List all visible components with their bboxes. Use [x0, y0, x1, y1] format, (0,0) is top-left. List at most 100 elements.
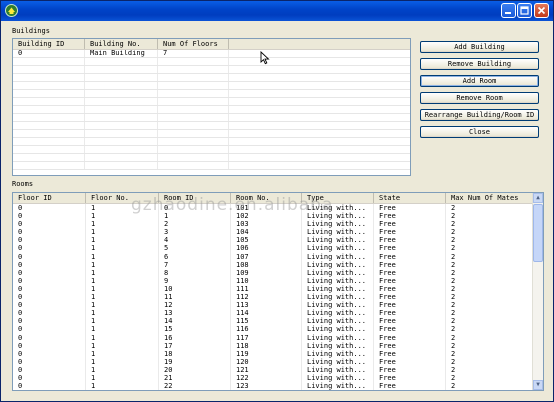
- table-cell: Free: [374, 284, 446, 294]
- column-header[interactable]: Building No.: [85, 39, 158, 49]
- empty-row: [13, 130, 410, 138]
- column-header[interactable]: Num Of Floors: [158, 39, 229, 49]
- table-cell: Free: [374, 268, 446, 277]
- table-cell: Free: [374, 252, 446, 261]
- column-header[interactable]: Floor ID: [13, 193, 86, 203]
- table-row[interactable]: 0 1 15 116 Living with... Free 2: [13, 325, 534, 334]
- table-cell: [229, 138, 410, 145]
- table-row[interactable]: 0 1 12 113 Living with... Free 2: [13, 301, 534, 310]
- table-cell: 0: [13, 228, 86, 237]
- table-cell: [13, 90, 85, 97]
- buildings-label: Buildings: [12, 27, 50, 35]
- table-cell: [13, 66, 85, 73]
- table-row[interactable]: 0 1 22 123 Living with... Free 2: [13, 382, 534, 390]
- close-window-button[interactable]: [534, 3, 549, 18]
- buildings-grid[interactable]: Building ID Building No. Num Of Floors 0 Ma…: [12, 38, 411, 176]
- empty-row: [13, 74, 410, 82]
- empty-row: [13, 154, 410, 162]
- table-row[interactable]: 0 1 11 112 Living with... Free 2: [13, 293, 534, 302]
- table-cell: [85, 106, 158, 113]
- empty-row: [13, 82, 410, 90]
- table-cell: Living with...: [302, 260, 374, 269]
- close-button[interactable]: Close: [420, 126, 539, 138]
- column-header[interactable]: Building ID: [13, 39, 85, 49]
- empty-row: [13, 66, 410, 74]
- table-cell: [85, 82, 158, 89]
- table-row[interactable]: 0 1 6 107 Living with... Free 2: [13, 252, 534, 261]
- table-cell: 2: [446, 325, 534, 334]
- table-row[interactable]: 0 1 19 120 Living with... Free 2: [13, 357, 534, 366]
- table-cell: Free: [374, 317, 446, 326]
- table-cell: 1: [86, 236, 159, 245]
- table-row[interactable]: 0 1 14 115 Living with... Free 2: [13, 317, 534, 326]
- rooms-grid[interactable]: Floor ID Floor No. Room ID Room No. Type Stat…: [12, 192, 544, 391]
- table-cell: Living with...: [302, 244, 374, 253]
- table-row[interactable]: 0 1 21 122 Living with... Free 2: [13, 373, 534, 383]
- table-cell: 107: [231, 252, 302, 261]
- table-cell: 1: [86, 276, 159, 285]
- table-row[interactable]: 0 1 7 108 Living with... Free 2: [13, 260, 534, 269]
- table-row[interactable]: 0 1 3 104 Living with... Free 2: [13, 228, 534, 237]
- table-cell: Main Building: [85, 50, 158, 57]
- table-cell: Living with...: [302, 220, 374, 229]
- table-cell: [85, 162, 158, 169]
- table-row[interactable]: 0 1 17 118 Living with... Free 2: [13, 341, 534, 350]
- table-cell: 2: [446, 382, 534, 390]
- table-row[interactable]: 0 Main Building 7: [13, 50, 410, 58]
- table-cell: 1: [86, 244, 159, 253]
- table-cell: [158, 162, 229, 169]
- table-cell: 1: [86, 349, 159, 358]
- table-cell: 105: [231, 236, 302, 245]
- table-cell: Free: [374, 204, 446, 213]
- table-row[interactable]: 0 1 8 109 Living with... Free 2: [13, 268, 534, 277]
- table-cell: 1: [86, 293, 159, 302]
- table-cell: 2: [446, 236, 534, 245]
- scroll-thumb[interactable]: [533, 204, 543, 262]
- rearrange-id-button[interactable]: Rearrange Building/Room ID: [420, 109, 539, 121]
- table-cell: [158, 98, 229, 105]
- table-cell: 0: [13, 276, 86, 285]
- table-cell: [85, 114, 158, 121]
- table-cell: 110: [231, 276, 302, 285]
- maximize-button[interactable]: [517, 3, 532, 18]
- table-row[interactable]: 0 1 2 103 Living with... Free 2: [13, 220, 534, 229]
- add-room-button[interactable]: Add Room: [420, 75, 539, 87]
- column-header[interactable]: State: [374, 193, 446, 203]
- table-cell: [229, 74, 410, 81]
- table-cell: 115: [231, 317, 302, 326]
- table-row[interactable]: 0 1 10 111 Living with... Free 2: [13, 284, 534, 294]
- scroll-down-arrow[interactable]: ▼: [533, 380, 543, 390]
- remove-room-button[interactable]: Remove Room: [420, 92, 539, 104]
- minimize-button[interactable]: [501, 3, 516, 18]
- table-row[interactable]: 0 1 9 110 Living with... Free 2: [13, 276, 534, 285]
- table-cell: [229, 122, 410, 129]
- rooms-scrollbar[interactable]: ▲ ▼: [532, 193, 543, 390]
- table-cell: [13, 74, 85, 81]
- table-cell: 111: [231, 284, 302, 294]
- title-bar[interactable]: [1, 1, 553, 21]
- remove-building-button[interactable]: Remove Building: [420, 58, 539, 70]
- table-cell: Living with...: [302, 357, 374, 366]
- table-cell: [158, 90, 229, 97]
- table-row[interactable]: 0 1 20 121 Living with... Free 2: [13, 365, 534, 374]
- table-cell: 0: [13, 236, 86, 245]
- table-cell: 117: [231, 333, 302, 342]
- table-row[interactable]: 0 1 4 105 Living with... Free 2: [13, 236, 534, 245]
- table-cell: 106: [231, 244, 302, 253]
- table-row[interactable]: 0 1 5 106 Living with... Free 2: [13, 244, 534, 253]
- table-cell: 0: [13, 357, 86, 366]
- empty-row: [13, 162, 410, 170]
- table-cell: [158, 58, 229, 65]
- table-cell: 3: [159, 228, 231, 237]
- table-cell: 2: [446, 293, 534, 302]
- column-header[interactable]: Max Num Of Mates: [446, 193, 534, 203]
- table-row[interactable]: 0 1 18 119 Living with... Free 2: [13, 349, 534, 358]
- table-row[interactable]: 0 1 16 117 Living with... Free 2: [13, 333, 534, 342]
- scroll-up-arrow[interactable]: ▲: [533, 193, 543, 203]
- add-building-button[interactable]: Add Building: [420, 41, 539, 53]
- table-cell: 22: [159, 382, 231, 390]
- table-cell: 2: [446, 373, 534, 383]
- table-cell: 21: [159, 373, 231, 383]
- table-cell: 20: [159, 365, 231, 374]
- table-row[interactable]: 0 1 13 114 Living with... Free 2: [13, 309, 534, 318]
